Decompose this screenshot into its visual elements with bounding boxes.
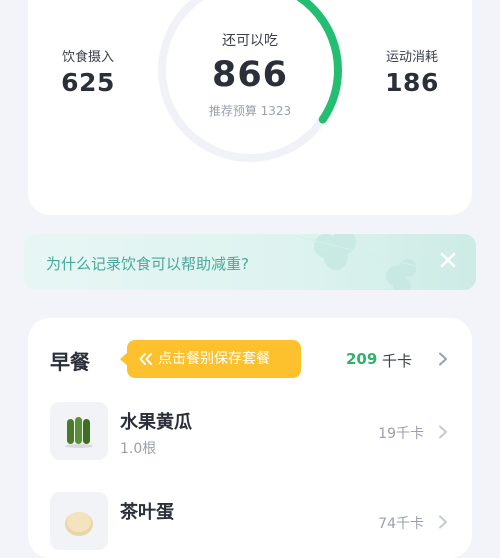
close-icon[interactable]: [436, 248, 460, 272]
intake-value: 625: [61, 68, 115, 97]
cucumber-image: [50, 402, 108, 460]
meal-title[interactable]: 早餐: [50, 346, 90, 375]
save-meal-tooltip[interactable]: 点击餐别保存套餐: [120, 340, 301, 378]
meal-kcal-value: 209: [346, 350, 378, 368]
clover-decoration-icon: [296, 234, 416, 290]
chevron-right-icon[interactable]: [436, 352, 450, 366]
breakfast-card: 早餐 点击餐别保存套餐 209 千卡 水果黄瓜 1.0根 19千卡 茶叶蛋 74…: [28, 318, 472, 558]
tooltip-pointer: [120, 352, 128, 366]
exercise-label: 运动消耗: [385, 50, 438, 65]
double-chevron-left-icon: [139, 353, 152, 365]
intake-label: 饮食摄入: [61, 50, 114, 65]
tea-egg-image: [50, 492, 108, 550]
food-kcal: 19千卡: [378, 426, 424, 442]
food-item[interactable]: 水果黄瓜 1.0根 19千卡: [28, 400, 472, 464]
chevron-right-icon: [439, 425, 447, 439]
chevron-right-icon: [439, 515, 447, 529]
remaining-label: 还可以吃: [222, 33, 278, 49]
recommended-budget: 推荐预算 1323: [208, 104, 292, 118]
food-name: 茶叶蛋: [120, 502, 174, 523]
food-name: 水果黄瓜: [120, 412, 192, 433]
exercise-value: 186: [385, 68, 439, 97]
food-item[interactable]: 茶叶蛋 74千卡: [28, 490, 472, 554]
food-kcal: 74千卡: [378, 516, 424, 532]
tip-text: 为什么记录饮食可以帮助减重?: [46, 255, 249, 273]
meal-kcal-unit: 千卡: [382, 352, 413, 370]
save-meal-tooltip-text: 点击餐别保存套餐: [158, 351, 270, 367]
weight-loss-tip-banner[interactable]: 为什么记录饮食可以帮助减重?: [24, 234, 476, 290]
remaining-value: 866: [211, 55, 289, 95]
food-amount: 1.0根: [120, 441, 157, 457]
